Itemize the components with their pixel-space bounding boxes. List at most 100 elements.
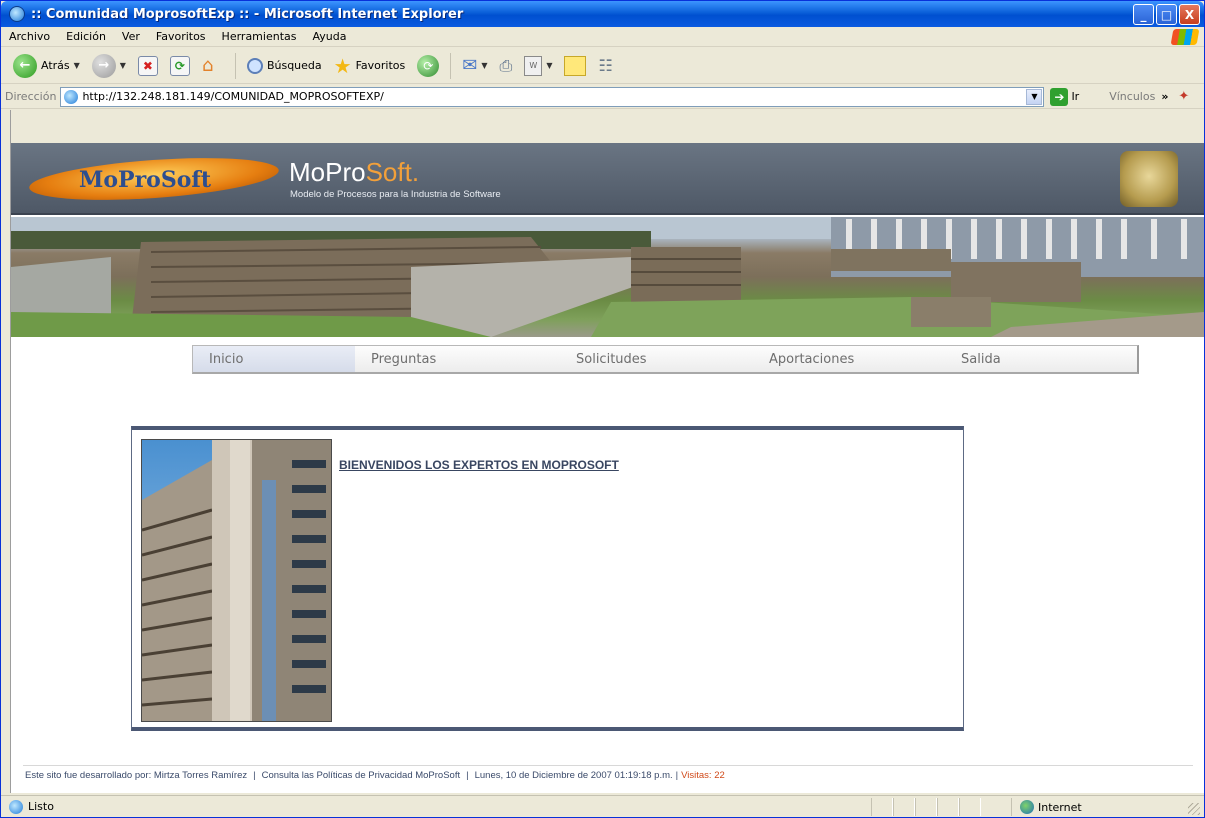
close-button[interactable]: X [1179, 4, 1200, 25]
footer-datetime: Lunes, 10 de Diciembre de 2007 01:19:18 … [474, 770, 673, 781]
menu-edicion[interactable]: Edición [58, 30, 114, 43]
window-controls: _ □ X [1133, 4, 1200, 25]
research-button[interactable]: ☷ [594, 51, 616, 81]
address-url[interactable]: http://132.248.181.149/COMUNIDAD_MOPROSO… [82, 90, 383, 103]
ie-icon [9, 6, 25, 22]
footer-separator: | [253, 770, 256, 781]
building-photo [141, 439, 332, 722]
favorites-label: Favoritos [355, 59, 406, 72]
nav-aportaciones[interactable]: Aportaciones [753, 346, 945, 372]
edit-button[interactable]: W ▼ [520, 51, 556, 81]
toolbar-separator [234, 52, 236, 79]
edit-dropdown-icon[interactable]: ▼ [546, 61, 552, 70]
discuss-icon [564, 55, 587, 76]
address-label: Dirección [5, 90, 57, 103]
edit-icon: W [524, 55, 543, 76]
nav-salida[interactable]: Salida [945, 346, 1135, 372]
address-dropdown-icon[interactable]: ▼ [1026, 88, 1043, 105]
mail-dropdown-icon[interactable]: ▼ [481, 61, 487, 70]
forward-button[interactable]: → ▼ [88, 51, 130, 81]
title-bar[interactable]: :: Comunidad MoprosoftExp :: - Microsoft… [1, 1, 1204, 27]
go-arrow-icon: ➔ [1050, 87, 1069, 106]
toolbar-separator [450, 52, 452, 79]
site-title-part1: MoPro [289, 157, 366, 187]
print-button[interactable]: ⎙ [496, 51, 517, 81]
menu-ayuda[interactable]: Ayuda [304, 30, 354, 43]
status-pane [893, 798, 915, 816]
welcome-heading[interactable]: BIENVENIDOS LOS EXPERTOS EN MOPROSOFT [339, 458, 619, 472]
history-button[interactable]: ⟳ [413, 51, 443, 81]
refresh-button[interactable]: ⟳ [166, 51, 194, 81]
back-dropdown-icon[interactable]: ▼ [74, 61, 80, 70]
ruins-panorama-image [11, 217, 1204, 337]
discuss-button[interactable] [560, 51, 590, 81]
main-nav: Inicio Preguntas Solicitudes Aportacione… [192, 345, 1139, 374]
home-icon: ⌂ [201, 54, 214, 76]
footer-visits: Visitas: 22 [681, 770, 725, 781]
maximize-button[interactable]: □ [1156, 4, 1177, 25]
status-text: Listo [28, 800, 54, 813]
nav-inicio[interactable]: Inicio [193, 346, 355, 372]
site-header: MoProSoft MoProSoft. Modelo de Procesos … [11, 143, 1204, 215]
links-chevron-icon[interactable]: » [1161, 90, 1168, 103]
search-button[interactable]: Búsqueda [243, 51, 326, 81]
page-viewport[interactable]: MoProSoft MoProSoft. Modelo de Procesos … [11, 143, 1204, 793]
refresh-icon: ⟳ [169, 55, 190, 76]
nav-solicitudes[interactable]: Solicitudes [560, 346, 753, 372]
windows-logo-icon [1170, 29, 1200, 45]
forward-arrow-icon: → [91, 53, 116, 78]
go-label: Ir [1071, 90, 1080, 103]
nav-preguntas[interactable]: Preguntas [355, 346, 560, 372]
go-button[interactable]: ➔ Ir [1050, 87, 1080, 106]
menu-favoritos[interactable]: Favoritos [148, 30, 214, 43]
status-pane [915, 798, 937, 816]
print-icon: ⎙ [499, 55, 513, 75]
back-button[interactable]: ← Atrás ▼ [9, 51, 84, 81]
menu-ver[interactable]: Ver [114, 30, 148, 43]
site-subtitle: Modelo de Procesos para la Industria de … [290, 189, 501, 200]
zone-label: Internet [1038, 800, 1082, 814]
menu-archivo[interactable]: Archivo [1, 30, 58, 43]
toolbar: ← Atrás ▼ → ▼ ✖ ⟳ ⌂ Búsqueda ★ Favoritos… [1, 48, 1204, 84]
status-bar: Listo Internet [1, 795, 1204, 817]
browser-window: :: Comunidad MoprosoftExp :: - Microsoft… [0, 0, 1205, 818]
search-icon [246, 57, 263, 74]
moprosoft-logo[interactable]: MoProSoft [27, 151, 281, 207]
address-input[interactable]: http://132.248.181.149/COMUNIDAD_MOPROSO… [60, 86, 1045, 107]
site-title-part2: Soft. [365, 157, 420, 187]
university-crest-icon [1120, 151, 1178, 207]
status-panes [871, 798, 981, 816]
stop-button[interactable]: ✖ [134, 51, 162, 81]
minimize-button[interactable]: _ [1133, 4, 1154, 25]
back-label: Atrás [41, 59, 70, 72]
page-status-icon [9, 799, 23, 814]
welcome-panel: BIENVENIDOS LOS EXPERTOS EN MOPROSOFT [131, 426, 964, 731]
resize-grip-icon[interactable] [1188, 803, 1200, 815]
toolbar-addon-icon[interactable]: ✦ [1178, 89, 1189, 104]
window-title: :: Comunidad MoprosoftExp :: - Microsoft… [31, 6, 464, 22]
address-bar: Dirección http://132.248.181.149/COMUNID… [1, 85, 1204, 109]
footer-separator: | [466, 770, 469, 781]
footer-developer: Este sito fue desarrollado por: Mirtza T… [25, 770, 248, 781]
status-pane [871, 798, 893, 816]
window-left-border [1, 110, 11, 793]
security-zone[interactable]: Internet [1011, 798, 1186, 816]
mail-button[interactable]: ✉ ▼ [458, 51, 491, 81]
stop-icon: ✖ [137, 55, 158, 76]
menu-bar: Archivo Edición Ver Favoritos Herramient… [1, 27, 1204, 47]
favorites-button[interactable]: ★ Favoritos [330, 51, 410, 81]
links-label[interactable]: Vínculos [1109, 90, 1155, 103]
menu-herramientas[interactable]: Herramientas [214, 30, 305, 43]
footer-separator: | [675, 770, 679, 781]
footer-privacy-link[interactable]: Consulta las Políticas de Privacidad MoP… [262, 770, 461, 781]
history-icon: ⟳ [417, 54, 440, 77]
status-pane [937, 798, 959, 816]
mail-icon: ✉ [462, 55, 478, 76]
site-title: MoProSoft. [289, 159, 419, 185]
back-arrow-icon: ← [13, 53, 37, 78]
home-button[interactable]: ⌂ [198, 51, 228, 81]
status-pane [959, 798, 981, 816]
page-icon [64, 89, 79, 104]
forward-dropdown-icon[interactable]: ▼ [120, 61, 126, 70]
research-icon: ☷ [598, 56, 613, 75]
